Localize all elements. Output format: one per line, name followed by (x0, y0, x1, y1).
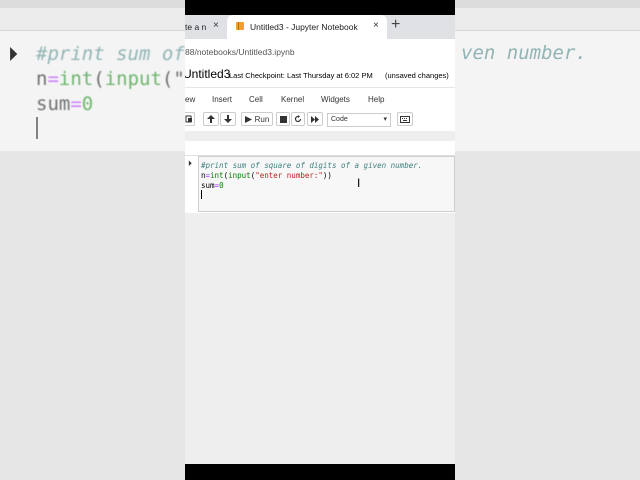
menu-cell[interactable]: Cell (249, 95, 263, 104)
notebook-empty-area (185, 213, 455, 464)
background-zoom-left: ⏵ #print sum of n=int(input("e sum=0 (0, 0, 185, 480)
menu-bar: ew Insert Cell Kernel Widgets Help (185, 87, 455, 110)
bg-code: #print sum of n=int(input("e sum=0 (36, 43, 185, 115)
arrow-up-icon (207, 115, 215, 123)
autosave-status: (unsaved changes) (385, 71, 449, 80)
notebook-title[interactable]: Untitled3 (185, 67, 230, 81)
cell-type-value: Code (331, 116, 348, 123)
menu-insert[interactable]: Insert (212, 95, 232, 104)
browser-tab-active[interactable]: Untitled3 - Jupyter Notebook × (227, 15, 387, 39)
notebook-top-area (185, 141, 455, 156)
menu-view[interactable]: ew (185, 95, 195, 104)
cell-input-editor[interactable]: #print sum of square of digits of a give… (198, 156, 455, 212)
text-cursor (201, 190, 202, 199)
play-icon (244, 115, 252, 123)
menu-widgets[interactable]: Widgets (321, 95, 350, 104)
tab-bar: te a n × Untitled3 - Jupyter Notebook × … (185, 15, 455, 39)
keyboard-icon (400, 115, 410, 123)
address-bar[interactable]: 88/notebooks/Untitled3.ipynb (185, 39, 455, 66)
bg-comment-tail: ven number. (461, 42, 587, 64)
chevron-down-icon: ▾ (383, 116, 387, 123)
bg-lower (0, 151, 185, 480)
close-icon[interactable]: × (213, 20, 219, 31)
paste-icon (185, 115, 192, 123)
bg-run-icon: ⏵ (8, 44, 18, 66)
restart-run-all-button[interactable] (307, 112, 323, 126)
code-line-2: n=int(input("enter number:")) (201, 171, 332, 180)
fast-forward-icon (311, 115, 319, 123)
refresh-icon (294, 115, 302, 123)
browser-window: te a n × Untitled3 - Jupyter Notebook × … (185, 15, 455, 464)
toolbar-separator (185, 131, 455, 141)
paste-button[interactable] (185, 112, 195, 126)
run-label: Run (254, 114, 270, 124)
tab-title: te a n (185, 22, 207, 32)
menu-kernel[interactable]: Kernel (281, 95, 304, 104)
jupyter-book-icon (236, 22, 244, 30)
move-down-button[interactable] (220, 112, 236, 126)
bg-band (0, 0, 185, 8)
notebook-header: Untitled3 Last Checkpoint: Last Thursday… (185, 65, 455, 87)
background-zoom-right: ven number. (455, 0, 640, 480)
move-up-button[interactable] (203, 112, 219, 126)
notebook-toolbar: Run Code ▾ (185, 109, 455, 132)
new-tab-button[interactable]: + (391, 16, 400, 34)
stop-icon (279, 115, 287, 123)
mouse-ibeam-cursor-icon: I (357, 176, 361, 190)
url-text: 88/notebooks/Untitled3.ipynb (185, 47, 295, 57)
bg-lower (455, 151, 640, 480)
close-icon[interactable]: × (373, 20, 379, 31)
command-palette-button[interactable] (397, 112, 413, 126)
code-line-1: #print sum of square of digits of a give… (201, 161, 423, 170)
arrow-down-icon (224, 115, 232, 123)
code-cell[interactable]: ⏵ #print sum of square of digits of a gi… (185, 155, 455, 215)
cell-type-select[interactable]: Code ▾ (327, 113, 391, 127)
run-button[interactable]: Run (241, 112, 273, 126)
bg-band (455, 0, 640, 8)
interrupt-button[interactable] (276, 112, 290, 126)
restart-button[interactable] (291, 112, 305, 126)
browser-tab-previous[interactable]: te a n × (185, 15, 225, 39)
bg-text-cursor (36, 117, 38, 139)
checkpoint-status: Last Checkpoint: Last Thursday at 6:02 P… (229, 71, 373, 80)
code-line-3: sum=0 (201, 181, 224, 190)
tab-title: Untitled3 - Jupyter Notebook (250, 22, 358, 32)
menu-help[interactable]: Help (368, 95, 384, 104)
cell-run-indicator-icon: ⏵ (188, 159, 192, 168)
